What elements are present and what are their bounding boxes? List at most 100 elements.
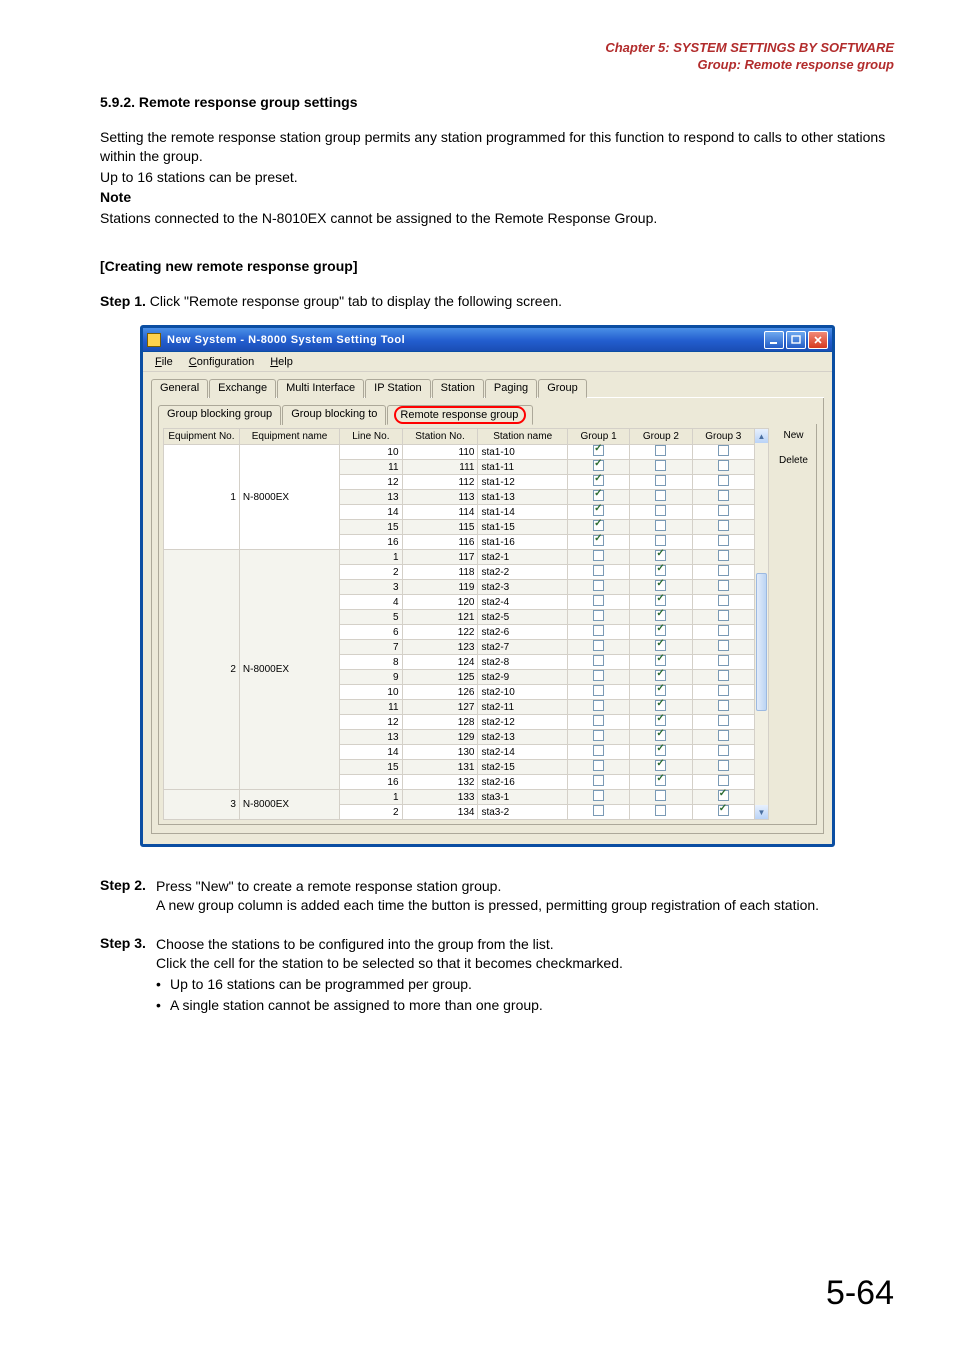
checkbox[interactable] [718, 445, 729, 456]
menu-file[interactable]: File [147, 354, 181, 370]
cell-group1[interactable] [567, 535, 629, 550]
cell-group3[interactable] [692, 760, 754, 775]
col-equip-name[interactable]: Equipment name [239, 429, 339, 445]
cell-group3[interactable] [692, 655, 754, 670]
tab-general[interactable]: General [151, 379, 208, 398]
cell-group1[interactable] [567, 625, 629, 640]
checkbox[interactable] [718, 715, 729, 726]
cell-group2[interactable] [630, 445, 692, 460]
tab-station[interactable]: Station [432, 379, 484, 398]
checkbox[interactable] [718, 595, 729, 606]
subtab-group-blocking-to[interactable]: Group blocking to [282, 405, 386, 425]
cell-group1[interactable] [567, 595, 629, 610]
checkbox[interactable] [718, 460, 729, 471]
checkbox[interactable] [593, 490, 604, 501]
cell-group3[interactable] [692, 700, 754, 715]
cell-group1[interactable] [567, 550, 629, 565]
col-station-name[interactable]: Station name [478, 429, 567, 445]
checkbox[interactable] [655, 475, 666, 486]
menu-configuration[interactable]: Configuration [181, 354, 262, 370]
checkbox[interactable] [718, 475, 729, 486]
col-group2[interactable]: Group 2 [630, 429, 692, 445]
checkbox[interactable] [718, 580, 729, 591]
cell-group2[interactable] [630, 520, 692, 535]
cell-group2[interactable] [630, 805, 692, 820]
cell-group1[interactable] [567, 700, 629, 715]
cell-group1[interactable] [567, 775, 629, 790]
checkbox[interactable] [655, 805, 666, 816]
checkbox[interactable] [718, 505, 729, 516]
checkbox[interactable] [718, 700, 729, 711]
col-line-no[interactable]: Line No. [340, 429, 402, 445]
maximize-button[interactable] [786, 331, 806, 349]
checkbox[interactable] [655, 445, 666, 456]
checkbox[interactable] [718, 520, 729, 531]
checkbox[interactable] [593, 670, 604, 681]
cell-group1[interactable] [567, 670, 629, 685]
checkbox[interactable] [655, 535, 666, 546]
checkbox[interactable] [655, 775, 666, 786]
checkbox[interactable] [655, 760, 666, 771]
titlebar[interactable]: New System - N-8000 System Setting Tool [143, 328, 832, 352]
cell-group3[interactable] [692, 610, 754, 625]
checkbox[interactable] [718, 640, 729, 651]
cell-group1[interactable] [567, 685, 629, 700]
checkbox[interactable] [718, 535, 729, 546]
cell-group1[interactable] [567, 655, 629, 670]
cell-group2[interactable] [630, 475, 692, 490]
col-group3[interactable]: Group 3 [692, 429, 754, 445]
checkbox[interactable] [718, 625, 729, 636]
cell-group3[interactable] [692, 520, 754, 535]
cell-group3[interactable] [692, 685, 754, 700]
tab-paging[interactable]: Paging [485, 379, 537, 398]
cell-group1[interactable] [567, 640, 629, 655]
checkbox[interactable] [593, 565, 604, 576]
checkbox[interactable] [593, 790, 604, 801]
checkbox[interactable] [655, 520, 666, 531]
checkbox[interactable] [593, 700, 604, 711]
checkbox[interactable] [593, 760, 604, 771]
cell-group1[interactable] [567, 715, 629, 730]
checkbox[interactable] [655, 490, 666, 501]
cell-group3[interactable] [692, 580, 754, 595]
checkbox[interactable] [655, 670, 666, 681]
checkbox[interactable] [718, 805, 729, 816]
checkbox[interactable] [655, 730, 666, 741]
checkbox[interactable] [655, 610, 666, 621]
col-station-no[interactable]: Station No. [402, 429, 478, 445]
cell-group2[interactable] [630, 505, 692, 520]
checkbox[interactable] [593, 550, 604, 561]
checkbox[interactable] [718, 655, 729, 666]
cell-group3[interactable] [692, 475, 754, 490]
checkbox[interactable] [593, 775, 604, 786]
col-equip-no[interactable]: Equipment No. [164, 429, 240, 445]
checkbox[interactable] [593, 655, 604, 666]
vertical-scrollbar[interactable]: ▲ ▼ [755, 428, 769, 820]
cell-group3[interactable] [692, 625, 754, 640]
cell-group3[interactable] [692, 445, 754, 460]
cell-group1[interactable] [567, 790, 629, 805]
checkbox[interactable] [593, 625, 604, 636]
checkbox[interactable] [718, 745, 729, 756]
checkbox[interactable] [655, 460, 666, 471]
cell-group2[interactable] [630, 490, 692, 505]
cell-group2[interactable] [630, 790, 692, 805]
checkbox[interactable] [718, 730, 729, 741]
cell-group1[interactable] [567, 805, 629, 820]
cell-group2[interactable] [630, 460, 692, 475]
checkbox[interactable] [655, 640, 666, 651]
cell-group1[interactable] [567, 730, 629, 745]
cell-group3[interactable] [692, 565, 754, 580]
cell-group3[interactable] [692, 745, 754, 760]
checkbox[interactable] [593, 745, 604, 756]
checkbox[interactable] [593, 610, 604, 621]
checkbox[interactable] [593, 805, 604, 816]
checkbox[interactable] [593, 520, 604, 531]
checkbox[interactable] [655, 655, 666, 666]
checkbox[interactable] [593, 685, 604, 696]
cell-group3[interactable] [692, 490, 754, 505]
cell-group3[interactable] [692, 550, 754, 565]
subtab-remote-response-group[interactable]: Remote response group [387, 405, 533, 425]
checkbox[interactable] [655, 685, 666, 696]
checkbox[interactable] [593, 640, 604, 651]
